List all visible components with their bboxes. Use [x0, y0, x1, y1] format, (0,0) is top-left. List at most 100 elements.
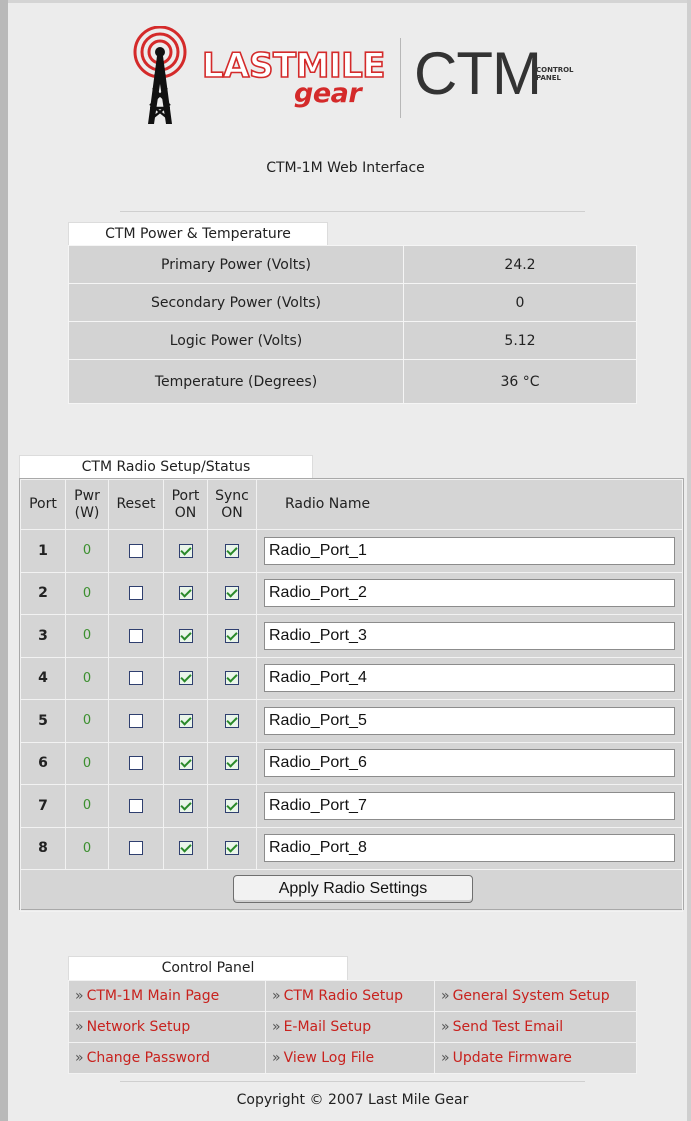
radio-name-input[interactable] — [264, 579, 675, 608]
logo-brand-gear: gear — [294, 78, 362, 109]
radio-name-cell — [256, 614, 683, 658]
reset-checkbox[interactable] — [129, 586, 143, 601]
port-number: 7 — [20, 784, 66, 828]
port-on-checkbox[interactable] — [178, 713, 193, 728]
nav-link-send-test-email[interactable]: Send Test Email — [453, 1019, 564, 1035]
port-on-cell — [163, 571, 208, 615]
port-on-checkbox[interactable] — [178, 756, 193, 771]
port-on-cell — [163, 784, 208, 828]
port-on-checkbox[interactable] — [178, 798, 193, 813]
sync-on-checkbox[interactable] — [225, 586, 239, 601]
port-on-cell — [163, 656, 208, 700]
reset-cell — [108, 571, 164, 615]
power-label: Logic Power (Volts) — [68, 321, 404, 360]
sync-on-checkbox[interactable] — [225, 841, 239, 856]
col-pwr-line1: Pwr — [74, 487, 100, 504]
divider-top — [120, 211, 585, 212]
control-panel-cell: » Update Firmware — [434, 1042, 637, 1074]
radio-tower-icon — [133, 26, 187, 124]
reset-checkbox[interactable] — [129, 713, 143, 728]
nav-link-view-log-file[interactable]: View Log File — [284, 1050, 375, 1066]
nav-link-update-firmware[interactable]: Update Firmware — [453, 1050, 572, 1066]
port-number: 2 — [20, 571, 66, 615]
col-radio-name-header: Radio Name — [256, 479, 683, 530]
port-on-checkbox[interactable] — [178, 841, 193, 856]
nav-link-general-system-setup[interactable]: General System Setup — [453, 988, 610, 1004]
power-table: Primary Power (Volts) 24.2 Secondary Pow… — [68, 245, 637, 404]
port-on-checkbox[interactable] — [178, 586, 193, 601]
reset-checkbox[interactable] — [129, 543, 143, 558]
power-value: 0 — [403, 283, 637, 322]
copyright-text: Copyright © 2007 Last Mile Gear — [236, 1092, 469, 1108]
control-panel-cell: » View Log File — [265, 1042, 435, 1074]
reset-checkbox[interactable] — [129, 671, 143, 686]
sync-on-cell — [207, 529, 257, 573]
chevron-right-icon: » — [441, 988, 450, 1004]
reset-checkbox[interactable] — [129, 798, 143, 813]
radio-name-input[interactable] — [264, 749, 675, 778]
nav-link-e-mail-setup[interactable]: E-Mail Setup — [284, 1019, 372, 1035]
nav-link-network-setup[interactable]: Network Setup — [87, 1019, 191, 1035]
nav-link-ctm-1m-main-page[interactable]: CTM-1M Main Page — [87, 988, 220, 1004]
radio-name-cell — [256, 784, 683, 828]
sync-on-cell — [207, 741, 257, 785]
radio-name-cell — [256, 699, 683, 743]
radio-header-row: Port Pwr (W) Reset Port ON Sync ON Radio… — [20, 479, 683, 530]
port-power: 0 — [65, 614, 109, 658]
radio-row: 20 — [20, 571, 683, 615]
radio-section-title: CTM Radio Setup/Status — [19, 455, 313, 479]
reset-checkbox[interactable] — [129, 628, 143, 643]
radio-name-cell — [256, 529, 683, 573]
reset-cell — [108, 699, 164, 743]
apply-radio-settings-button[interactable]: Apply Radio Settings — [233, 875, 473, 903]
radio-name-input[interactable] — [264, 664, 675, 693]
port-on-cell — [163, 741, 208, 785]
sync-on-cell — [207, 614, 257, 658]
page-subtitle: CTM-1M Web Interface — [266, 160, 425, 176]
power-value: 36 °C — [403, 359, 637, 404]
reset-cell — [108, 741, 164, 785]
port-on-cell — [163, 826, 208, 870]
radio-table: Port Pwr (W) Reset Port ON Sync ON Radio… — [20, 479, 683, 912]
sync-on-checkbox[interactable] — [225, 628, 239, 643]
sync-on-checkbox[interactable] — [225, 713, 239, 728]
power-row: Logic Power (Volts) 5.12 — [68, 321, 637, 360]
logo-product-sub: CONTROL PANEL — [536, 66, 574, 82]
radio-name-input[interactable] — [264, 706, 675, 735]
power-section-title: CTM Power & Temperature — [68, 222, 328, 246]
control-panel-row: » CTM-1M Main Page» CTM Radio Setup» Genera… — [68, 980, 637, 1012]
nav-link-ctm-radio-setup[interactable]: CTM Radio Setup — [284, 988, 403, 1004]
port-on-checkbox[interactable] — [178, 671, 193, 686]
nav-link-change-password[interactable]: Change Password — [87, 1050, 210, 1066]
sync-on-checkbox[interactable] — [225, 543, 239, 558]
port-number: 4 — [20, 656, 66, 700]
radio-row: 50 — [20, 699, 683, 743]
port-on-checkbox[interactable] — [178, 543, 193, 558]
control-panel-links: » CTM-1M Main Page» CTM Radio Setup» Genera… — [68, 980, 637, 1074]
port-number: 3 — [20, 614, 66, 658]
port-power: 0 — [65, 826, 109, 870]
port-on-checkbox[interactable] — [178, 628, 193, 643]
control-panel-cell: » CTM-1M Main Page — [68, 980, 266, 1012]
sync-on-checkbox[interactable] — [225, 756, 239, 771]
sync-on-checkbox[interactable] — [225, 671, 239, 686]
reset-checkbox[interactable] — [129, 841, 143, 856]
chevron-right-icon: » — [441, 1050, 450, 1066]
port-number: 1 — [20, 529, 66, 573]
chevron-right-icon: » — [75, 1019, 84, 1035]
control-panel-cell: » Change Password — [68, 1042, 266, 1074]
radio-name-input[interactable] — [264, 621, 675, 650]
radio-name-input[interactable] — [264, 791, 675, 820]
port-number: 5 — [20, 699, 66, 743]
col-pwr-header: Pwr (W) — [65, 479, 109, 530]
sync-on-checkbox[interactable] — [225, 798, 239, 813]
power-row: Primary Power (Volts) 24.2 — [68, 245, 637, 284]
lastmile-ctm-logo: LASTMILE gear CTM CONTROL PANEL — [128, 26, 588, 130]
radio-name-input[interactable] — [264, 536, 675, 565]
window-top-edge — [0, 0, 691, 3]
control-panel-cell: » Send Test Email — [434, 1011, 637, 1043]
radio-row: 40 — [20, 656, 683, 700]
radio-name-input[interactable] — [264, 834, 675, 863]
chevron-right-icon: » — [272, 1019, 281, 1035]
reset-checkbox[interactable] — [129, 756, 143, 771]
